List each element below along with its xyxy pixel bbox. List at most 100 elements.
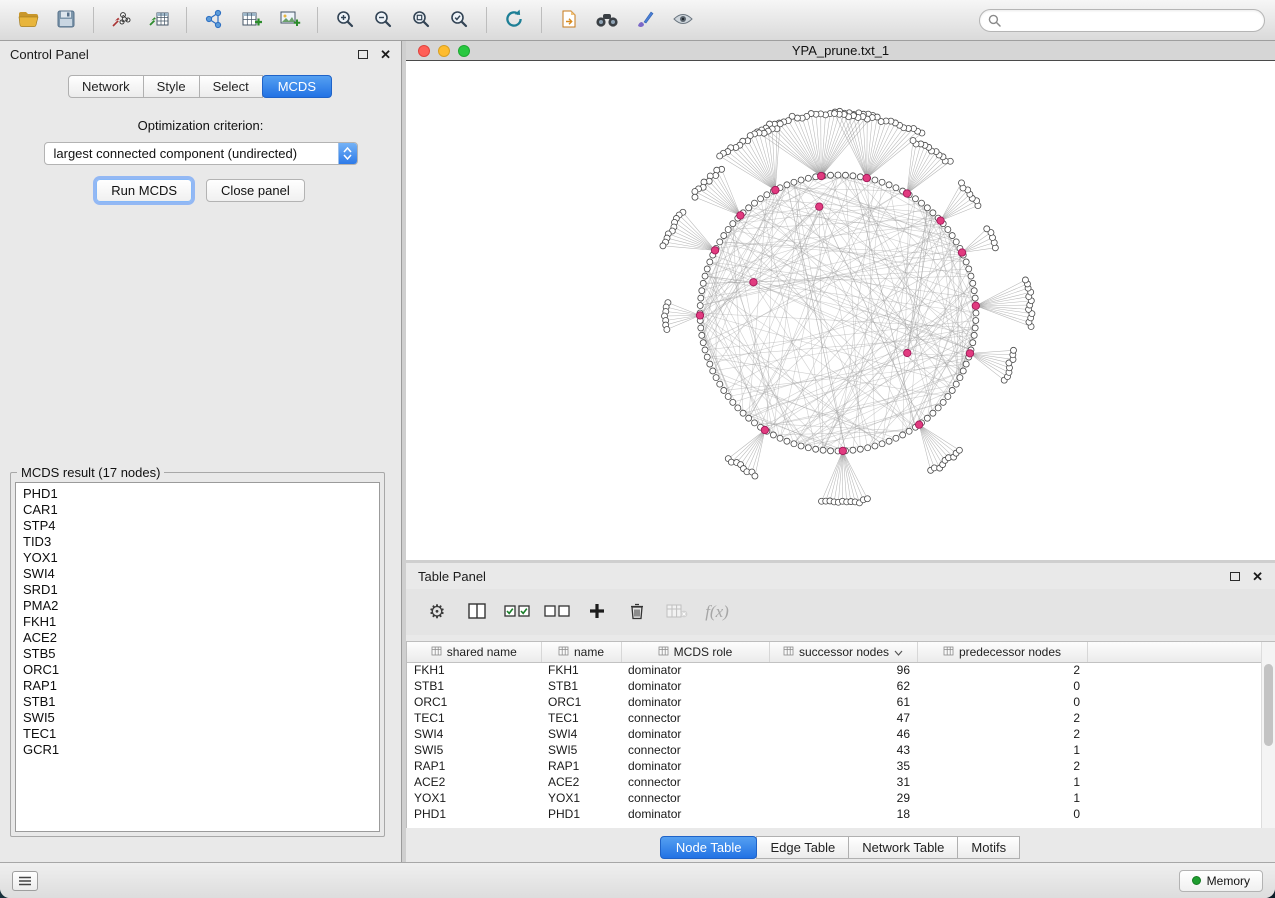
table-row[interactable]: YOX1YOX1connector291: [407, 790, 1262, 806]
tab-mcds[interactable]: MCDS: [262, 75, 332, 98]
table-row[interactable]: SWI4SWI4dominator462: [407, 726, 1262, 742]
refresh-button[interactable]: [496, 4, 532, 36]
cell-successor_nodes[interactable]: 18: [769, 806, 917, 822]
cell-shared_name[interactable]: SWI4: [407, 726, 541, 742]
export-image-button[interactable]: [272, 4, 308, 36]
mcds-result-node[interactable]: SRD1: [23, 582, 372, 598]
share-document-button[interactable]: [551, 4, 587, 36]
table-row[interactable]: SWI5SWI5connector431: [407, 742, 1262, 758]
cell-successor_nodes[interactable]: 29: [769, 790, 917, 806]
cell-predecessor_nodes[interactable]: 0: [917, 694, 1087, 710]
cell-predecessor_nodes[interactable]: 2: [917, 662, 1087, 678]
column-header-shared-name[interactable]: shared name: [407, 642, 541, 662]
run-mcds-button[interactable]: Run MCDS: [96, 179, 192, 202]
tab-select[interactable]: Select: [199, 75, 263, 98]
mcds-result-node[interactable]: RAP1: [23, 678, 372, 694]
zoom-selected-button[interactable]: [441, 4, 477, 36]
mcds-result-node[interactable]: STB5: [23, 646, 372, 662]
apply-style-button[interactable]: [627, 4, 663, 36]
cell-successor_nodes[interactable]: 35: [769, 758, 917, 774]
cell-shared_name[interactable]: TEC1: [407, 710, 541, 726]
network-canvas[interactable]: [406, 60, 1275, 560]
mcds-result-node[interactable]: PMA2: [23, 598, 372, 614]
tab-network[interactable]: Network: [68, 75, 144, 98]
column-header-predecessor-nodes[interactable]: predecessor nodes: [917, 642, 1087, 662]
mcds-result-node[interactable]: TEC1: [23, 726, 372, 742]
cell-shared_name[interactable]: FKH1: [407, 662, 541, 678]
cell-predecessor_nodes[interactable]: 2: [917, 710, 1087, 726]
mcds-result-node[interactable]: CAR1: [23, 502, 372, 518]
cell-mcds_role[interactable]: connector: [621, 774, 769, 790]
settings-gear-button[interactable]: ⚙: [420, 597, 454, 627]
mcds-result-node[interactable]: STB1: [23, 694, 372, 710]
cell-predecessor_nodes[interactable]: 2: [917, 726, 1087, 742]
tab-network-table[interactable]: Network Table: [848, 836, 958, 859]
cell-mcds_role[interactable]: dominator: [621, 694, 769, 710]
save-button[interactable]: [48, 4, 84, 36]
search-field[interactable]: [979, 9, 1265, 32]
open-folder-button[interactable]: [10, 4, 46, 36]
show-columns-button[interactable]: [460, 597, 494, 627]
cell-successor_nodes[interactable]: 62: [769, 678, 917, 694]
cell-shared_name[interactable]: ORC1: [407, 694, 541, 710]
cell-mcds_role[interactable]: dominator: [621, 678, 769, 694]
mcds-result-node[interactable]: STP4: [23, 518, 372, 534]
mcds-result-node[interactable]: YOX1: [23, 550, 372, 566]
column-header-MCDS-role[interactable]: MCDS role: [621, 642, 769, 662]
cell-name[interactable]: RAP1: [541, 758, 621, 774]
cell-name[interactable]: ORC1: [541, 694, 621, 710]
search-objects-button[interactable]: [589, 4, 625, 36]
cell-shared_name[interactable]: RAP1: [407, 758, 541, 774]
mcds-result-node[interactable]: TID3: [23, 534, 372, 550]
table-row[interactable]: ACE2ACE2connector311: [407, 774, 1262, 790]
cell-name[interactable]: YOX1: [541, 790, 621, 806]
cell-name[interactable]: FKH1: [541, 662, 621, 678]
cell-name[interactable]: STB1: [541, 678, 621, 694]
table-row[interactable]: RAP1RAP1dominator352: [407, 758, 1262, 774]
table-row[interactable]: TEC1TEC1connector472: [407, 710, 1262, 726]
mcds-result-node[interactable]: FKH1: [23, 614, 372, 630]
memory-button[interactable]: Memory: [1179, 870, 1263, 892]
cell-name[interactable]: PHD1: [541, 806, 621, 822]
mcds-result-node[interactable]: SWI5: [23, 710, 372, 726]
select-all-button[interactable]: [500, 597, 534, 627]
network-graph[interactable]: [406, 61, 1275, 561]
table-row[interactable]: STB1STB1dominator620: [407, 678, 1262, 694]
close-panel-icon[interactable]: ✕: [380, 48, 391, 61]
cell-predecessor_nodes[interactable]: 1: [917, 742, 1087, 758]
cell-predecessor_nodes[interactable]: 0: [917, 806, 1087, 822]
show-graphics-button[interactable]: [665, 4, 701, 36]
cell-predecessor_nodes[interactable]: 0: [917, 678, 1087, 694]
import-network-button[interactable]: [103, 4, 139, 36]
zoom-fit-button[interactable]: [403, 4, 439, 36]
table-scrollbar[interactable]: [1261, 642, 1275, 828]
float-panel-icon[interactable]: [358, 50, 368, 59]
mcds-result-list[interactable]: PHD1CAR1STP4TID3YOX1SWI4SRD1PMA2FKH1ACE2…: [15, 482, 380, 832]
cell-name[interactable]: TEC1: [541, 710, 621, 726]
cell-mcds_role[interactable]: connector: [621, 742, 769, 758]
zoom-out-button[interactable]: [365, 4, 401, 36]
tab-node-table[interactable]: Node Table: [660, 836, 758, 859]
cell-successor_nodes[interactable]: 47: [769, 710, 917, 726]
cell-predecessor_nodes[interactable]: 1: [917, 774, 1087, 790]
cell-name[interactable]: SWI5: [541, 742, 621, 758]
table-row[interactable]: ORC1ORC1dominator610: [407, 694, 1262, 710]
cell-name[interactable]: ACE2: [541, 774, 621, 790]
cell-mcds_role[interactable]: dominator: [621, 806, 769, 822]
mcds-result-node[interactable]: PHD1: [23, 486, 372, 502]
criterion-dropdown[interactable]: largest connected component (undirected): [44, 142, 358, 165]
add-row-button[interactable]: [580, 597, 614, 627]
column-header-successor-nodes[interactable]: successor nodes: [769, 642, 917, 662]
cell-successor_nodes[interactable]: 31: [769, 774, 917, 790]
new-table-button[interactable]: [234, 4, 270, 36]
close-table-panel-icon[interactable]: ✕: [1252, 570, 1263, 583]
new-network-button[interactable]: [196, 4, 232, 36]
delete-row-button[interactable]: [620, 597, 654, 627]
cell-mcds_role[interactable]: dominator: [621, 662, 769, 678]
float-table-panel-icon[interactable]: [1230, 572, 1240, 581]
cell-predecessor_nodes[interactable]: 1: [917, 790, 1087, 806]
cell-successor_nodes[interactable]: 43: [769, 742, 917, 758]
table-scrollbar-thumb[interactable]: [1264, 664, 1273, 746]
cell-mcds_role[interactable]: dominator: [621, 726, 769, 742]
cell-mcds_role[interactable]: connector: [621, 790, 769, 806]
